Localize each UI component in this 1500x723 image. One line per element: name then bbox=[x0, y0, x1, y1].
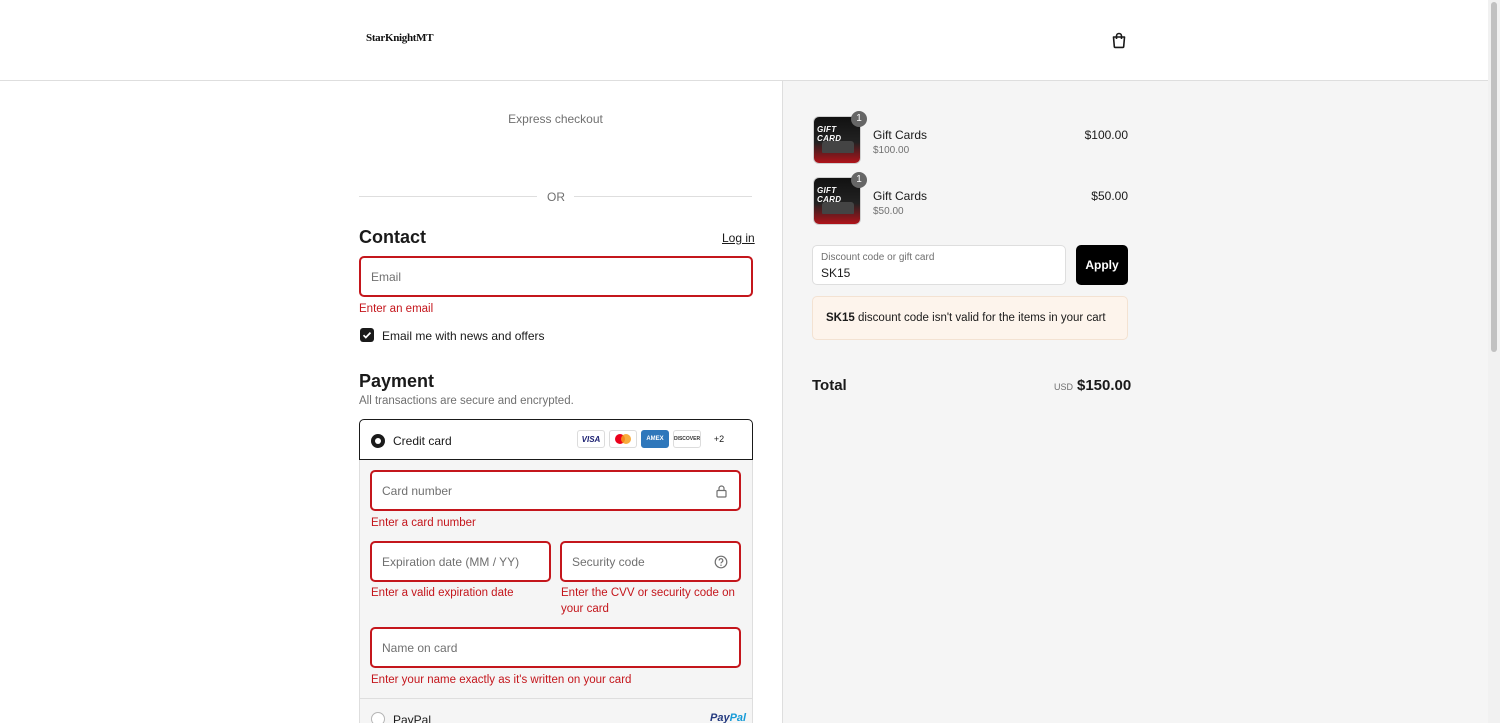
apply-button[interactable]: Apply bbox=[1076, 245, 1128, 285]
credit-card-radio[interactable] bbox=[371, 434, 385, 448]
discount-code-label: Discount code or gift card bbox=[821, 252, 935, 263]
item-price: $50.00 bbox=[1091, 189, 1128, 203]
quantity-badge: 1 bbox=[851, 111, 867, 127]
newsletter-checkbox[interactable] bbox=[360, 328, 374, 342]
item-unit-price: $50.00 bbox=[873, 206, 904, 217]
page-scrollbar[interactable] bbox=[1488, 0, 1500, 723]
expiry-field[interactable]: Expiration date (MM / YY) bbox=[370, 541, 551, 582]
checkmark-icon bbox=[362, 332, 372, 339]
expiry-error: Enter a valid expiration date bbox=[371, 587, 514, 599]
email-placeholder: Email bbox=[371, 269, 402, 284]
vehicle-image bbox=[822, 141, 854, 153]
paypal-label: PayPal bbox=[393, 713, 432, 723]
paypal-radio[interactable] bbox=[371, 712, 385, 723]
name-on-card-placeholder: Name on card bbox=[382, 640, 458, 655]
order-summary-panel bbox=[782, 81, 1489, 723]
site-header: StarKnightMT bbox=[0, 0, 1488, 81]
help-circle-icon[interactable] bbox=[714, 555, 728, 569]
discount-warning-text: SK15 discount code isn't valid for the i… bbox=[826, 312, 1106, 324]
card-number-placeholder: Card number bbox=[382, 483, 453, 498]
email-error: Enter an email bbox=[359, 303, 434, 315]
security-code-error: Enter the CVV or security code on your c… bbox=[561, 587, 735, 615]
currency-code: USD bbox=[1054, 382, 1074, 392]
warning-code: SK15 bbox=[826, 312, 855, 324]
payment-heading: Payment bbox=[359, 371, 435, 391]
store-logo[interactable]: StarKnightMT bbox=[366, 30, 434, 50]
card-brand-icons: VISA AMEX DISCOVER +2 bbox=[577, 430, 733, 449]
logo-text: StarKnightMT bbox=[366, 32, 434, 44]
paypal-logo-pay: Pay bbox=[710, 712, 730, 723]
name-on-card-error: Enter your name exactly as it's written … bbox=[371, 674, 632, 686]
name-on-card-field[interactable]: Name on card bbox=[370, 627, 741, 668]
email-field[interactable]: Email bbox=[359, 256, 753, 297]
item-name: Gift Cards bbox=[873, 189, 928, 203]
amex-icon: AMEX bbox=[641, 430, 669, 448]
security-code-field[interactable]: Security code bbox=[560, 541, 741, 582]
credit-card-label: Credit card bbox=[393, 434, 452, 448]
item-price: $100.00 bbox=[1084, 128, 1128, 142]
total-label: Total bbox=[812, 377, 847, 394]
or-divider-text: OR bbox=[547, 190, 565, 204]
item-unit-price: $100.00 bbox=[873, 145, 910, 156]
shopping-bag-icon[interactable] bbox=[1110, 31, 1128, 49]
lock-icon bbox=[716, 485, 727, 498]
security-code-placeholder: Security code bbox=[572, 554, 645, 569]
card-number-error: Enter a card number bbox=[371, 517, 476, 529]
discover-icon: DISCOVER bbox=[673, 430, 701, 448]
express-checkout-label: Express checkout bbox=[508, 112, 603, 126]
divider-left bbox=[359, 196, 537, 197]
divider-right bbox=[574, 196, 752, 197]
mastercard-icon bbox=[609, 430, 637, 448]
warning-message: discount code isn't valid for the items … bbox=[854, 312, 1106, 324]
paypal-logo: PayPal bbox=[710, 712, 746, 723]
payment-subtitle: All transactions are secure and encrypte… bbox=[359, 395, 574, 407]
vehicle-image bbox=[822, 202, 854, 214]
quantity-badge: 1 bbox=[851, 172, 867, 188]
card-number-field[interactable]: Card number bbox=[370, 470, 741, 511]
paypal-logo-pal: Pal bbox=[729, 712, 747, 723]
contact-heading: Contact bbox=[359, 227, 426, 247]
newsletter-label: Email me with news and offers bbox=[382, 329, 545, 343]
visa-icon: VISA bbox=[577, 430, 605, 448]
total-value: $150.00 bbox=[1077, 377, 1132, 394]
expiry-placeholder: Expiration date (MM / YY) bbox=[382, 554, 520, 569]
item-name: Gift Cards bbox=[873, 128, 928, 142]
scrollbar-thumb[interactable] bbox=[1491, 2, 1497, 352]
more-brands-badge: +2 bbox=[705, 430, 733, 448]
discount-code-value: SK15 bbox=[821, 266, 851, 280]
login-link[interactable]: Log in bbox=[722, 231, 755, 245]
paypal-divider bbox=[360, 698, 752, 699]
